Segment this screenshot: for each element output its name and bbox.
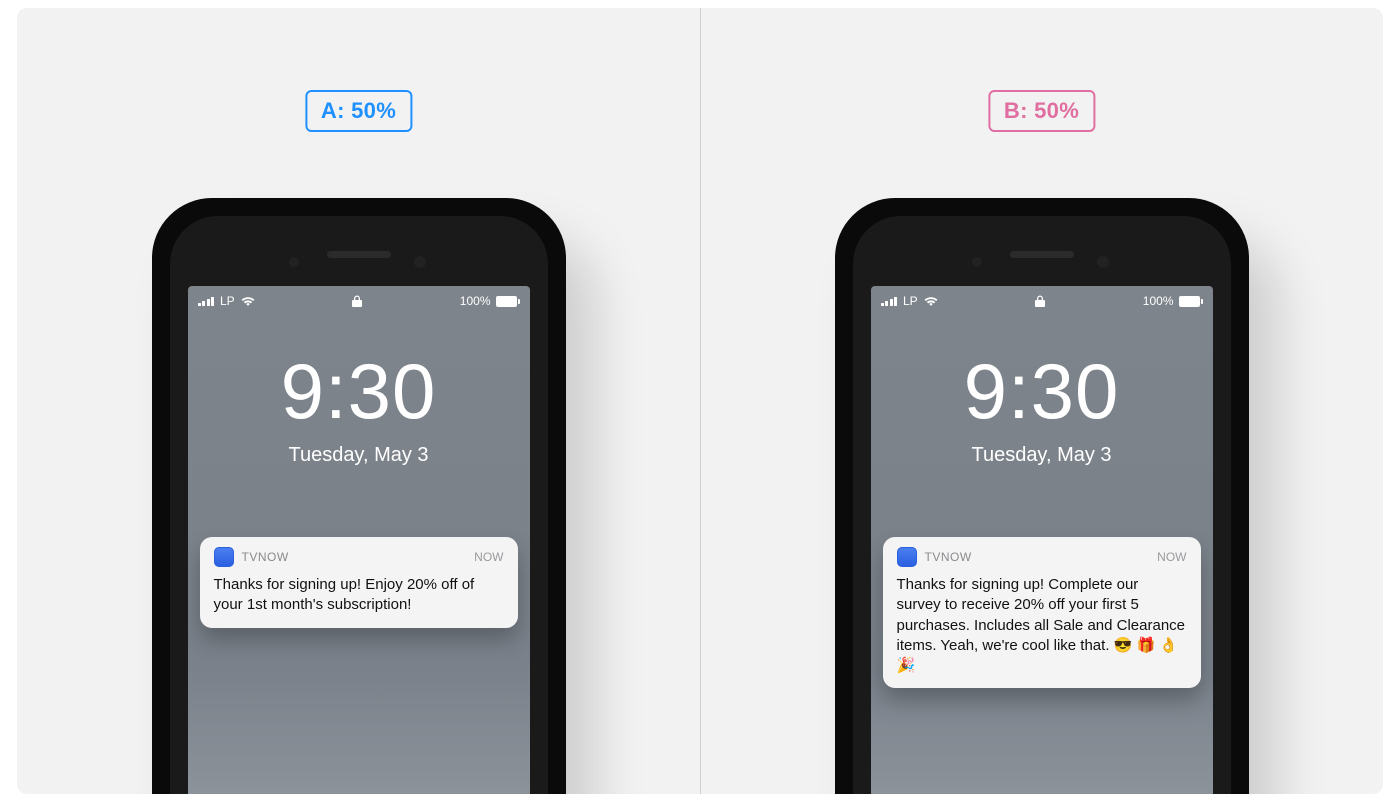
notification-time: NOW (1157, 550, 1186, 564)
notification-message: Thanks for signing up! Enjoy 20% off of … (214, 575, 504, 616)
status-bar: LP 100% (871, 286, 1213, 310)
variant-a-badge: A: 50% (305, 90, 412, 132)
notification-app-name: TVNOW (925, 550, 972, 564)
app-icon (897, 547, 917, 567)
battery-label: 100% (460, 294, 491, 308)
ab-test-canvas: A: 50% LP (17, 8, 1383, 794)
notification-header: TVNOW NOW (897, 547, 1187, 567)
battery-icon (496, 296, 520, 307)
lock-screen-clock: 9:30 Tuesday, May 3 (871, 352, 1213, 467)
clock-date: Tuesday, May 3 (188, 444, 530, 467)
phone-bezel: LP 100% (170, 216, 548, 794)
push-notification[interactable]: TVNOW NOW Thanks for signing up! Enjoy 2… (200, 537, 518, 628)
signal-icon (881, 296, 898, 306)
push-notification[interactable]: TVNOW NOW Thanks for signing up! Complet… (883, 537, 1201, 688)
lock-screen-clock: 9:30 Tuesday, May 3 (188, 352, 530, 467)
status-bar: LP 100% (188, 286, 530, 310)
notification-header: TVNOW NOW (214, 547, 504, 567)
clock-time: 9:30 (188, 352, 530, 430)
speaker-icon (327, 251, 391, 258)
phone-bezel: LP 100% (853, 216, 1231, 794)
phone-frame: LP 100% (835, 198, 1249, 794)
carrier-label: LP (903, 294, 918, 308)
lock-icon (1035, 295, 1045, 307)
phone-screen: LP 100% (188, 286, 530, 794)
carrier-label: LP (220, 294, 235, 308)
lock-icon (352, 295, 362, 307)
camera-icon (414, 256, 426, 268)
sensor-icon (972, 257, 982, 267)
wifi-icon (924, 296, 938, 307)
wifi-icon (241, 296, 255, 307)
battery-icon (1179, 296, 1203, 307)
notification-app-name: TVNOW (242, 550, 289, 564)
clock-time: 9:30 (871, 352, 1213, 430)
phone-hardware-top (853, 234, 1231, 274)
variant-a-panel: A: 50% LP (17, 8, 700, 794)
battery-label: 100% (1143, 294, 1174, 308)
app-icon (214, 547, 234, 567)
phone-hardware-top (170, 234, 548, 274)
camera-icon (1097, 256, 1109, 268)
signal-icon (198, 296, 215, 306)
notification-time: NOW (474, 550, 503, 564)
variant-b-badge: B: 50% (988, 90, 1095, 132)
phone-mock-a: LP 100% (152, 198, 566, 794)
notification-message: Thanks for signing up! Complete our surv… (897, 575, 1187, 676)
clock-date: Tuesday, May 3 (871, 444, 1213, 467)
phone-mock-b: LP 100% (835, 198, 1249, 794)
variant-b-panel: B: 50% LP (700, 8, 1383, 794)
phone-frame: LP 100% (152, 198, 566, 794)
sensor-icon (289, 257, 299, 267)
phone-screen: LP 100% (871, 286, 1213, 794)
speaker-icon (1010, 251, 1074, 258)
